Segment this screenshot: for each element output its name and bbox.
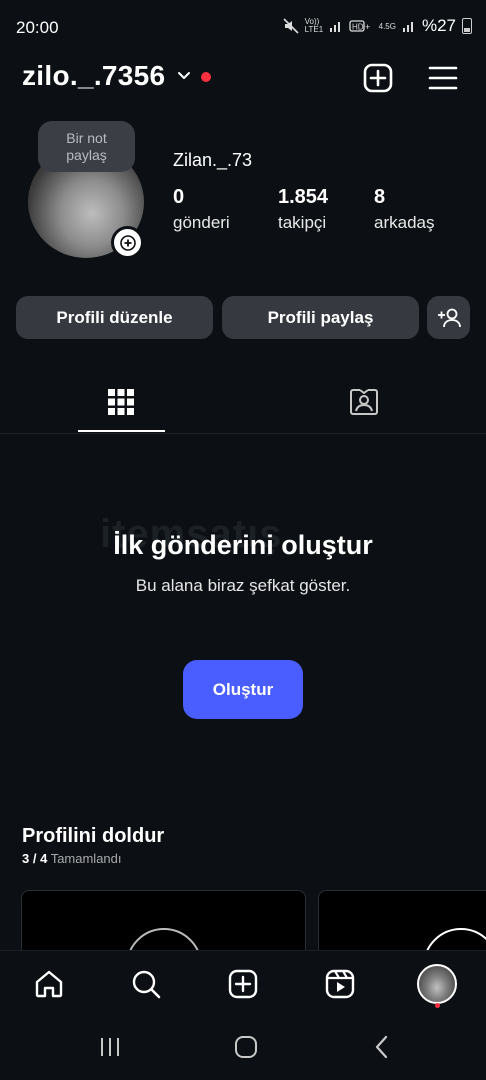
edit-profile-button[interactable]: Profili düzenle [16,296,213,339]
stat-followers[interactable]: 1.854 takipçi [278,186,328,233]
battery-percent: %27 [421,16,456,35]
plus-icon [119,234,136,251]
create-icon [228,969,258,999]
stat-label: gönderi [173,213,230,232]
share-profile-button[interactable]: Profili paylaş [222,296,419,339]
create-post-button[interactable]: Oluştur [183,660,303,719]
discover-people-button[interactable] [427,296,470,339]
home-circle-icon [235,1036,257,1058]
network-label-2: 4.5G [378,21,396,31]
create-icon [363,63,393,93]
svg-text:+: + [365,22,370,32]
active-tab-indicator [78,430,165,432]
note-bubble[interactable]: Bir not paylaş [38,121,135,172]
signal-icon-2 [402,22,413,32]
username-switcher[interactable]: zilo._.7356 [22,60,165,92]
nav-reels[interactable] [318,962,362,1006]
back-icon [375,1035,388,1059]
tab-posts-grid[interactable] [100,383,142,421]
grid-icon [108,389,134,415]
stat-posts[interactable]: 0 gönderi [173,186,230,233]
stat-label: arkadaş [374,213,435,232]
tab-divider [0,433,486,434]
notification-dot [201,72,211,82]
stat-value: 1.854 [278,186,329,208]
status-bar: 20:00 Vo)) LTE1 HD + 4.5G %27 [0,0,486,56]
tab-tagged[interactable] [343,383,385,421]
stat-friends[interactable]: 8 arkadaş [374,186,434,233]
note-line-1: Bir not [66,129,107,146]
stat-label: takipçi [278,213,327,232]
nav-search[interactable] [124,962,168,1006]
progress-count: 3 / 4 [22,851,48,866]
complete-profile-title: Profilini doldur [22,825,165,847]
progress-label: Tamamlandı [50,851,122,866]
profile-notification-dot [435,1003,440,1008]
complete-profile-progress: 3 / 4 Tamamlandı [22,851,122,866]
recent-apps-icon [101,1038,119,1056]
tagged-icon [350,389,378,415]
profile-avatar-small [417,964,457,1004]
status-icons: Vo)) LTE1 HD + 4.5G %27 [283,16,472,36]
reels-icon [325,969,355,999]
stat-value: 0 [173,186,185,208]
menu-button[interactable] [425,60,461,96]
recent-apps-button[interactable] [90,1032,130,1062]
create-button[interactable] [360,60,396,96]
nav-home[interactable] [27,962,71,1006]
add-story-button[interactable] [111,226,144,259]
add-person-icon [437,308,461,327]
search-icon [132,970,161,999]
menu-icon [428,66,458,90]
note-line-2: paylaş [66,146,107,163]
status-time: 20:00 [16,18,59,37]
stat-value: 8 [374,186,386,208]
home-button[interactable] [226,1032,266,1062]
nav-create[interactable] [221,962,265,1006]
empty-state-title: İlk gönderini oluştur [113,530,373,560]
empty-state-subtitle: Bu alana biraz şefkat göster. [135,576,351,595]
mute-icon [283,18,299,34]
nav-profile[interactable] [415,962,459,1006]
home-icon [35,970,63,998]
chevron-down-icon[interactable] [176,68,192,84]
hd-icon: HD + [348,20,370,32]
svg-text:HD: HD [352,23,364,32]
battery-icon [462,18,472,34]
signal-icon [329,22,340,32]
back-button[interactable] [362,1032,402,1062]
display-name: Zilan._.73 [173,150,253,170]
network-label-1: Vo)) LTE1 [304,17,324,34]
